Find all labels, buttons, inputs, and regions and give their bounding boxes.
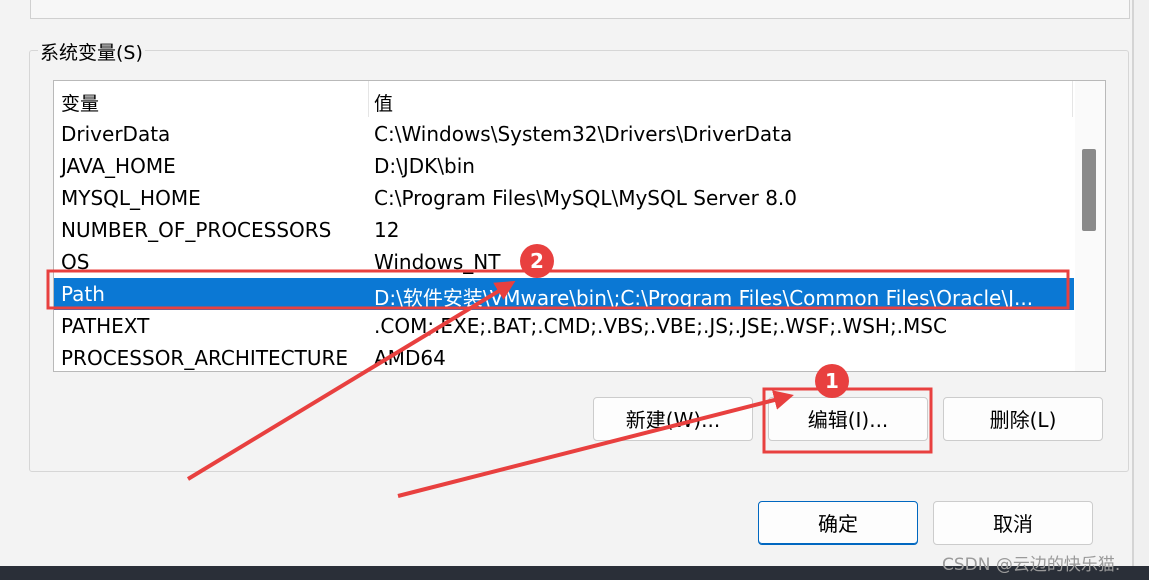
variable-value: AMD64 [374,346,446,370]
variable-name: PROCESSOR_ARCHITECTURE [61,346,349,370]
user-variables-group-edge [30,0,1130,19]
variable-name: JAVA_HOME [61,154,176,178]
list-row-os[interactable]: OS Windows_NT [54,246,1074,278]
variable-value: .COM;.EXE;.BAT;.CMD;.VBS;.VBE;.JS;.JSE;.… [374,314,947,338]
variable-name: PATHEXT [61,314,150,338]
delete-variable-button[interactable]: 删除(L) [943,397,1103,441]
variable-name: OS [61,250,90,274]
column-divider[interactable] [368,81,369,117]
variable-name: DriverData [61,122,171,146]
system-variables-list[interactable]: 变量 值 DriverData C:\Windows\System32\Driv… [53,80,1106,372]
variable-value: 12 [374,218,400,242]
variable-value: D:\软件安装\VMware\bin\;C:\Program Files\Com… [374,286,1034,310]
vertical-scrollbar[interactable] [1075,81,1105,371]
list-row-processor-architecture[interactable]: PROCESSOR_ARCHITECTURE AMD64 [54,342,1074,371]
column-header-value[interactable]: 值 [374,89,393,116]
list-row-pathext[interactable]: PATHEXT .COM;.EXE;.BAT;.CMD;.VBS;.VBE;.J… [54,310,1074,342]
new-variable-button[interactable]: 新建(W)... [593,397,753,441]
list-header: 变量 值 [54,81,1074,117]
list-row-driverdata[interactable]: DriverData C:\Windows\System32\Drivers\D… [54,118,1074,150]
list-row-number-of-processors[interactable]: NUMBER_OF_PROCESSORS 12 [54,214,1074,246]
variable-value: C:\Program Files\MySQL\MySQL Server 8.0 [374,186,797,210]
cancel-button[interactable]: 取消 [933,501,1093,545]
list-rows: DriverData C:\Windows\System32\Drivers\D… [54,118,1074,371]
column-divider-end[interactable] [1072,81,1073,117]
variable-name: Path [61,282,105,306]
variable-name: MYSQL_HOME [61,186,201,210]
variable-value: C:\Windows\System32\Drivers\DriverData [374,122,793,146]
system-variables-label: 系统变量(S) [38,38,145,65]
column-header-variable[interactable]: 变量 [61,89,99,116]
list-row-path-selected[interactable]: Path D:\软件安装\VMware\bin\;C:\Program File… [54,278,1074,310]
edit-variable-button[interactable]: 编辑(I)... [768,397,928,441]
variable-name: NUMBER_OF_PROCESSORS [61,218,332,242]
watermark: CSDN @云边的快乐猫. [942,555,1121,575]
ok-button[interactable]: 确定 [758,501,918,545]
environment-variables-dialog: 系统变量(S) 变量 值 DriverData C:\Windows\Syste… [0,0,1134,568]
variable-value: D:\JDK\bin [374,154,475,178]
list-row-mysql-home[interactable]: MYSQL_HOME C:\Program Files\MySQL\MySQL … [54,182,1074,214]
list-row-java-home[interactable]: JAVA_HOME D:\JDK\bin [54,150,1074,182]
variable-value: Windows_NT [374,250,501,274]
scrollbar-thumb[interactable] [1082,149,1096,231]
